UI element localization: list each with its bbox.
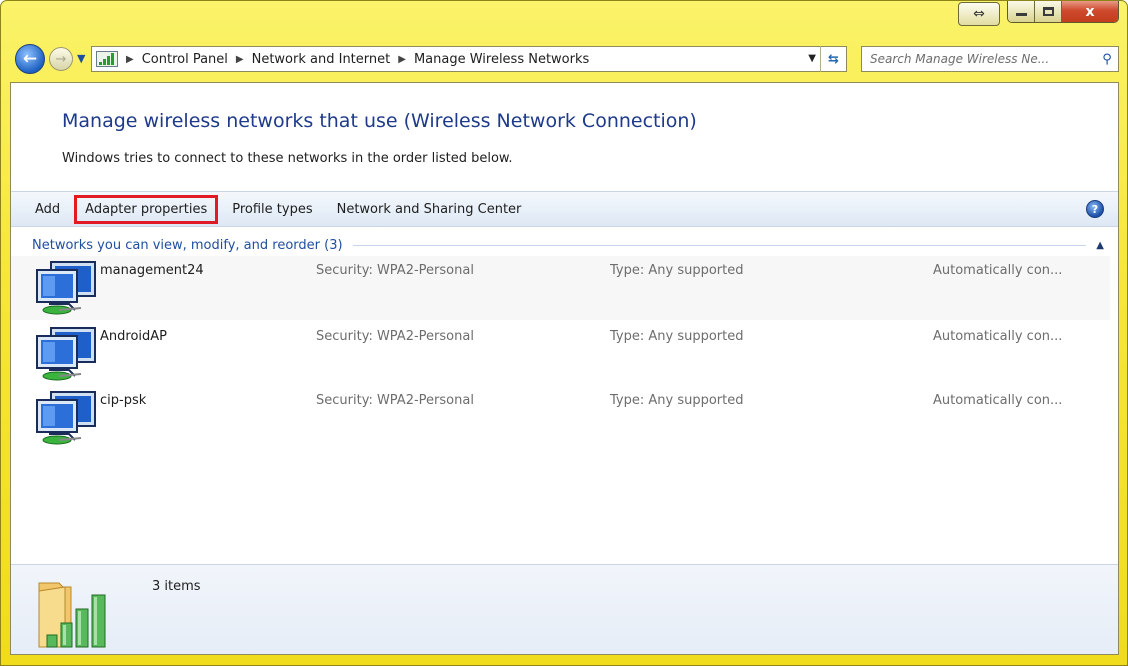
- help-icon: ?: [1091, 202, 1099, 216]
- maximize-icon: [1042, 7, 1054, 16]
- list-item[interactable]: AndroidAP Security: WPA2-Personal Type: …: [11, 322, 1110, 386]
- profile-types-button[interactable]: Profile types: [222, 196, 322, 223]
- minimize-button[interactable]: [1008, 1, 1035, 22]
- details-pane: 3 items: [11, 564, 1118, 654]
- add-button[interactable]: Add: [25, 196, 70, 223]
- group-divider: [352, 244, 1087, 246]
- network-name: management24: [100, 263, 204, 278]
- breadcrumb-separator-icon[interactable]: ▶: [236, 54, 244, 65]
- network-name: AndroidAP: [100, 329, 167, 344]
- caption-buttons: x: [1007, 1, 1119, 23]
- breadcrumb-manage-wireless-networks[interactable]: Manage Wireless Networks: [414, 52, 589, 67]
- forward-arrow-icon: →: [55, 51, 67, 67]
- back-button[interactable]: ←: [15, 44, 45, 74]
- close-icon: x: [1085, 3, 1095, 20]
- header-area: Manage wireless networks that use (Wirel…: [11, 83, 1118, 191]
- wireless-network-icon: [36, 391, 96, 445]
- search-input[interactable]: [870, 52, 1096, 66]
- breadcrumb-separator-icon[interactable]: ▶: [126, 54, 134, 65]
- search-box[interactable]: ⚲: [861, 46, 1119, 72]
- breadcrumb-separator-icon[interactable]: ▶: [398, 54, 406, 65]
- swap-window-button[interactable]: ⇔: [958, 2, 1000, 26]
- wireless-network-icon: [36, 261, 96, 315]
- network-security: Security: WPA2-Personal: [316, 263, 474, 278]
- forward-button[interactable]: →: [49, 47, 73, 71]
- network-security: Security: WPA2-Personal: [316, 393, 474, 408]
- list-item[interactable]: cip-psk Security: WPA2-Personal Type: An…: [11, 386, 1110, 450]
- adapter-properties-button[interactable]: Adapter properties: [74, 194, 219, 224]
- minimize-icon: [1015, 13, 1027, 16]
- group-header[interactable]: Networks you can view, modify, and reord…: [32, 236, 1108, 254]
- recent-pages-dropdown[interactable]: ▼: [77, 52, 85, 65]
- wireless-folder-icon: [38, 582, 106, 648]
- back-arrow-icon: ←: [22, 49, 38, 69]
- network-type: Type: Any supported: [610, 263, 744, 278]
- swap-arrows-icon: ⇔: [973, 6, 985, 22]
- refresh-button[interactable]: ⇆: [820, 46, 846, 72]
- search-icon[interactable]: ⚲: [1096, 52, 1118, 67]
- network-name: cip-psk: [100, 393, 147, 408]
- wireless-network-icon: [36, 327, 96, 381]
- page-title: Manage wireless networks that use (Wirel…: [62, 110, 697, 132]
- network-connect-mode: Automatically con...: [933, 329, 1063, 344]
- network-list: Networks you can view, modify, and reord…: [11, 228, 1118, 563]
- network-connect-mode: Automatically con...: [933, 263, 1063, 278]
- address-dropdown-icon[interactable]: ▼: [808, 53, 816, 64]
- breadcrumb-network-and-internet[interactable]: Network and Internet: [252, 52, 391, 67]
- window-frame: ⇔ x ← → ▼ ▶ Control Panel ▶ Network and …: [0, 0, 1128, 666]
- close-button[interactable]: x: [1062, 1, 1118, 22]
- network-security: Security: WPA2-Personal: [316, 329, 474, 344]
- navigation-bar: ← → ▼ ▶ Control Panel ▶ Network and Inte…: [1, 44, 1127, 76]
- group-label: Networks you can view, modify, and reord…: [32, 237, 343, 253]
- page-subtitle: Windows tries to connect to these networ…: [62, 151, 513, 166]
- refresh-icon: ⇆: [828, 51, 839, 67]
- network-bars-icon[interactable]: [96, 51, 118, 67]
- network-and-sharing-center-button[interactable]: Network and Sharing Center: [327, 196, 532, 223]
- maximize-button[interactable]: [1035, 1, 1062, 22]
- help-button[interactable]: ?: [1086, 200, 1104, 218]
- content-pane: Manage wireless networks that use (Wirel…: [10, 82, 1119, 655]
- network-connect-mode: Automatically con...: [933, 393, 1063, 408]
- network-type: Type: Any supported: [610, 329, 744, 344]
- collapse-icon[interactable]: ▲: [1096, 240, 1104, 251]
- breadcrumb-control-panel[interactable]: Control Panel: [142, 52, 228, 67]
- network-type: Type: Any supported: [610, 393, 744, 408]
- item-count: 3 items: [152, 579, 201, 594]
- address-bar[interactable]: ▶ Control Panel ▶ Network and Internet ▶…: [91, 46, 847, 72]
- list-item[interactable]: management24 Security: WPA2-Personal Typ…: [11, 256, 1110, 320]
- command-bar: Add Adapter properties Profile types Net…: [11, 191, 1118, 227]
